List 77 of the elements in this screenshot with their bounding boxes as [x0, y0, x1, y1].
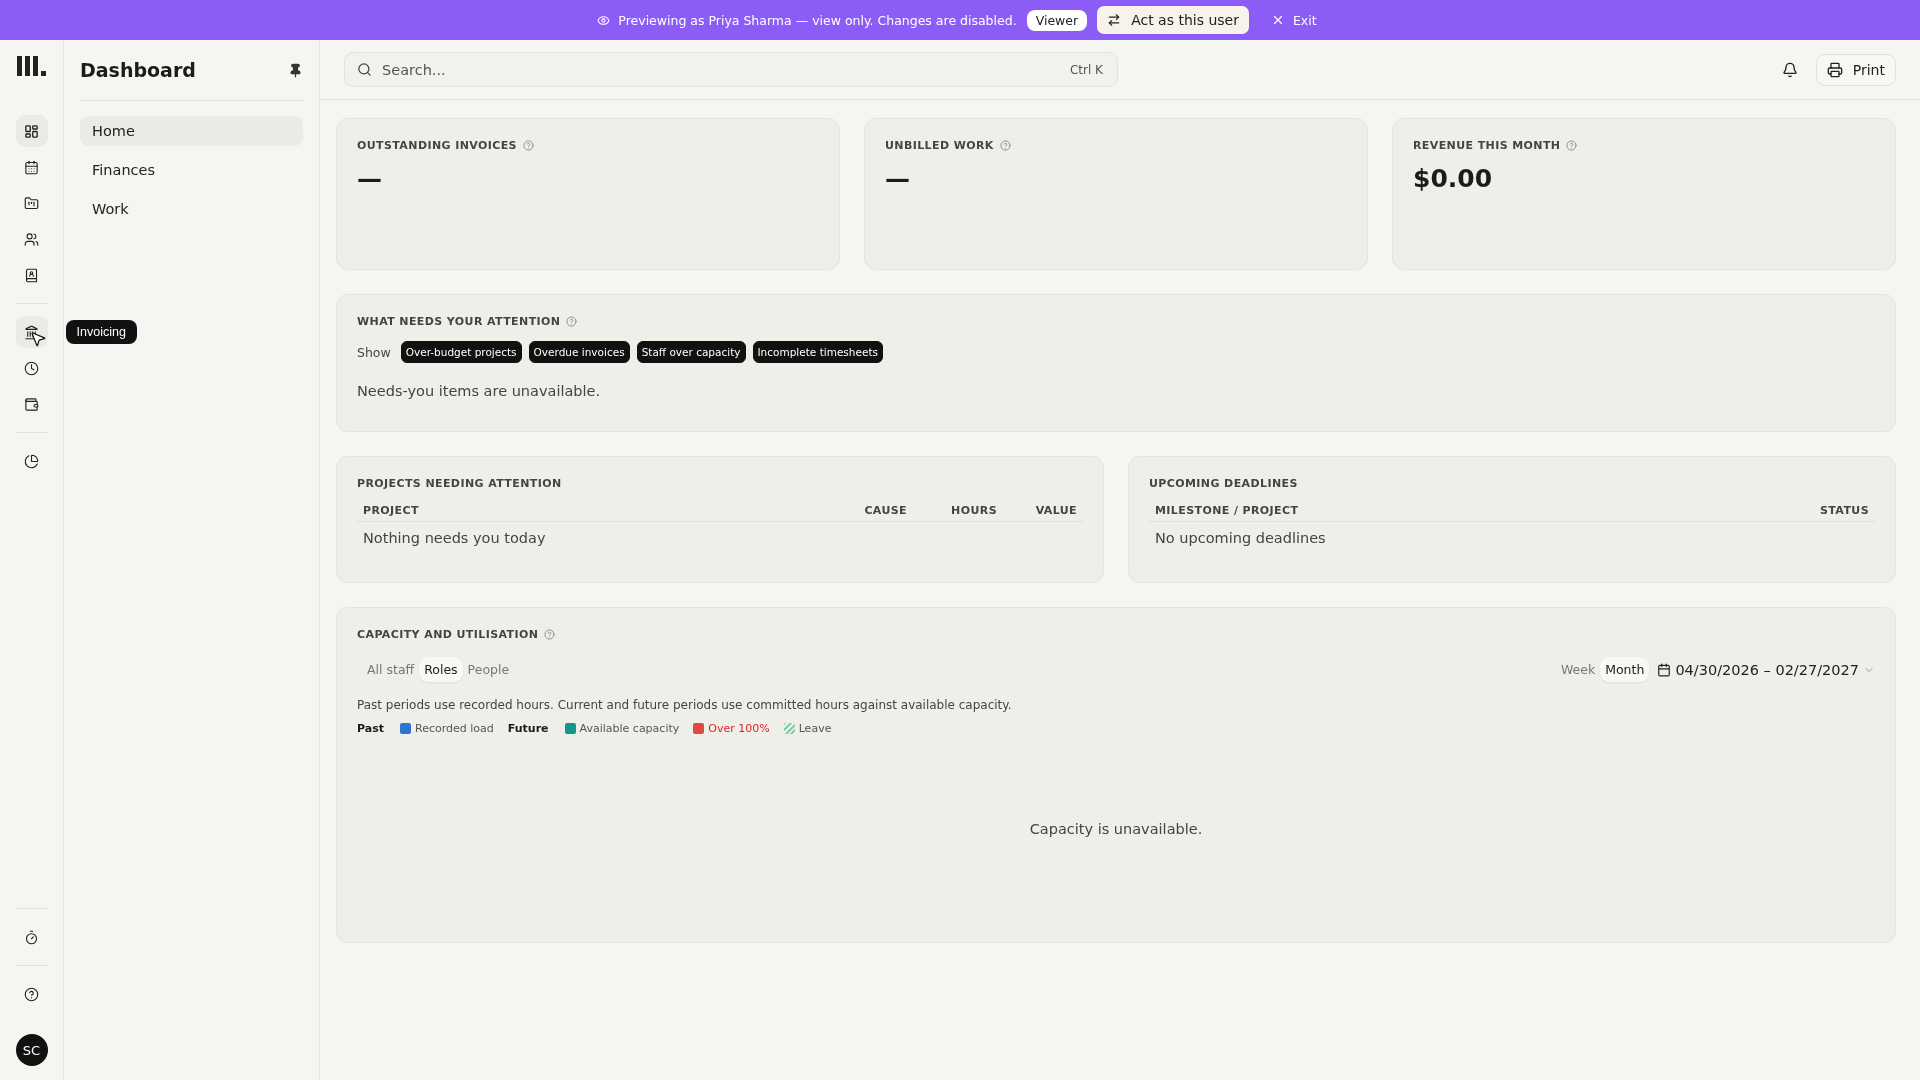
empty-message: No upcoming deadlines [1154, 529, 1327, 548]
capacity-note: Past periods use recorded hours. Current and future periods use committed hours against available capacity. [357, 698, 1013, 712]
sidebar-item[interactable]: Work [80, 194, 303, 224]
shortcut-hint: Ctrl K [1069, 62, 1103, 77]
legend-label: Available capacity [579, 722, 680, 735]
pin-icon[interactable] [288, 62, 303, 78]
column-header: CAUSE [863, 504, 907, 517]
wallet-icon [24, 396, 39, 412]
section-title: CAPACITY AND UTILISATION [357, 628, 539, 641]
section-title: WHAT NEEDS YOUR ATTENTION [357, 315, 561, 328]
date-range-picker[interactable]: 04/30/2026 – 02/27/2027 [1657, 661, 1875, 678]
eye-icon [597, 13, 611, 27]
legend-label: Over 100% [708, 722, 770, 735]
period-toggle[interactable]: Month [1600, 657, 1650, 682]
filter-chip[interactable]: Staff over capacity [636, 341, 746, 363]
metric-label: UNBILLED WORK [885, 139, 994, 152]
calendar-icon [1657, 662, 1672, 677]
legend-heading: Past [357, 722, 384, 735]
calendar-icon [24, 159, 39, 175]
filter-chip[interactable]: Overdue invoices [528, 341, 630, 363]
rail-button[interactable] [15, 115, 48, 147]
period-toggle[interactable]: Week [1555, 657, 1601, 682]
help-icon [522, 140, 534, 151]
user-avatar[interactable]: SC [15, 1034, 48, 1066]
sidebar-item[interactable]: Finances [80, 155, 303, 185]
help-icon [544, 629, 556, 640]
column-header: VALUE [1034, 504, 1077, 517]
view-tab[interactable]: People [462, 657, 515, 682]
legend-label: Recorded load [415, 722, 494, 735]
column-header: STATUS [1819, 504, 1869, 517]
metric-value: — [885, 164, 910, 193]
cursor-icon [28, 330, 47, 348]
pie-chart-icon [24, 453, 39, 469]
exit-button[interactable]: Exit [1264, 11, 1323, 29]
filter-chip[interactable]: Over-budget projects [400, 341, 522, 363]
sidebar-title: Dashboard [80, 59, 196, 81]
filter-chip[interactable]: Incomplete timesheets [752, 341, 883, 363]
banner-message: Previewing as Priya Sharma — view only. Changes are disabled. [618, 12, 1017, 28]
section-title: PROJECTS NEEDING ATTENTION [357, 477, 563, 490]
print-button[interactable]: Print [1815, 53, 1896, 86]
metric-label: REVENUE THIS MONTH [1413, 139, 1561, 152]
printer-icon [1826, 61, 1843, 78]
search-field[interactable]: Search... Ctrl K [344, 52, 1118, 87]
view-tab[interactable]: All staff [362, 657, 420, 682]
metric-value: $0.00 [1413, 164, 1493, 193]
section-title: UPCOMING DEADLINES [1149, 477, 1299, 490]
sidebar-item[interactable]: Home [80, 116, 303, 146]
logo-icon [16, 55, 47, 77]
act-as-user-button[interactable]: Act as this user [1097, 6, 1249, 34]
help-icon [999, 140, 1011, 151]
help-icon [1566, 140, 1578, 151]
stopwatch-icon [24, 929, 39, 945]
search-input[interactable]: Search... [380, 60, 1062, 79]
empty-message: Needs-you items are unavailable. [357, 383, 602, 399]
role-badge: Viewer [1026, 9, 1088, 31]
folder-icon [24, 195, 39, 211]
dashboard-icon [24, 123, 39, 139]
tooltip: Invoicing [65, 320, 137, 344]
clock-icon [24, 360, 39, 376]
legend-heading: Future [507, 722, 549, 735]
empty-message: Capacity is unavailable. [1029, 820, 1203, 837]
users-icon [24, 231, 39, 247]
notifications-icon[interactable] [1781, 61, 1798, 78]
search-icon [357, 62, 372, 77]
view-tab[interactable]: Roles [419, 657, 463, 682]
empty-message: Nothing needs you today [362, 529, 547, 548]
column-header: HOURS [950, 504, 997, 517]
column-header: PROJECT [363, 504, 420, 517]
metric-value: — [357, 164, 382, 193]
metric-label: OUTSTANDING INVOICES [357, 139, 517, 152]
swap-icon [1107, 13, 1122, 27]
show-label: Show [357, 344, 391, 360]
help-icon [566, 316, 578, 327]
contact-book-icon [24, 267, 39, 283]
help-icon [24, 986, 39, 1002]
legend-label: Leave [798, 722, 832, 735]
column-header: MILESTONE / PROJECT [1155, 504, 1300, 517]
